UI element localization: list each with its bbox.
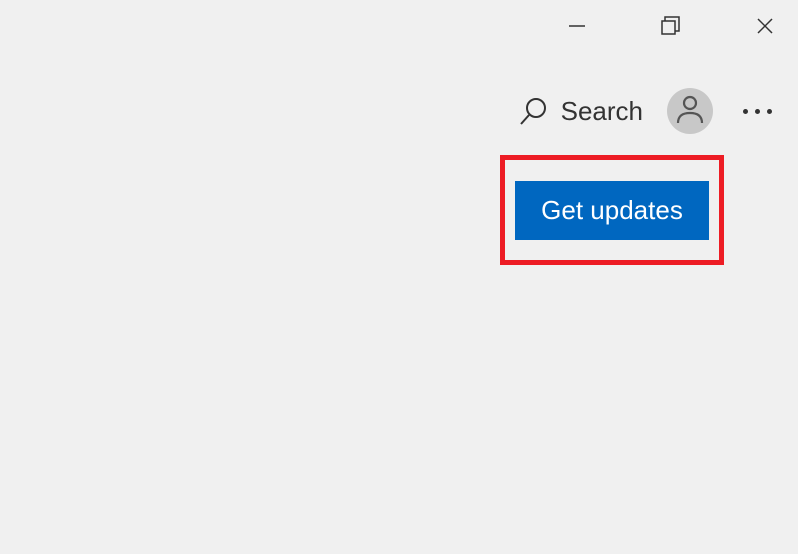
search-icon	[519, 96, 549, 126]
close-button[interactable]	[742, 12, 788, 44]
maximize-icon	[661, 16, 681, 41]
get-updates-button[interactable]: Get updates	[515, 181, 709, 240]
toolbar: Search	[519, 88, 778, 134]
close-icon	[756, 17, 774, 40]
user-avatar[interactable]	[667, 88, 713, 134]
more-dot-icon	[743, 109, 748, 114]
minimize-icon	[568, 17, 586, 40]
highlight-annotation: Get updates	[500, 155, 724, 265]
more-dot-icon	[755, 109, 760, 114]
maximize-button[interactable]	[648, 12, 694, 44]
user-icon	[673, 92, 707, 131]
more-dot-icon	[767, 109, 772, 114]
minimize-button[interactable]	[554, 12, 600, 44]
window-controls	[554, 12, 788, 44]
search-label: Search	[561, 96, 643, 127]
more-menu-button[interactable]	[737, 109, 778, 114]
search-button[interactable]: Search	[519, 96, 643, 127]
